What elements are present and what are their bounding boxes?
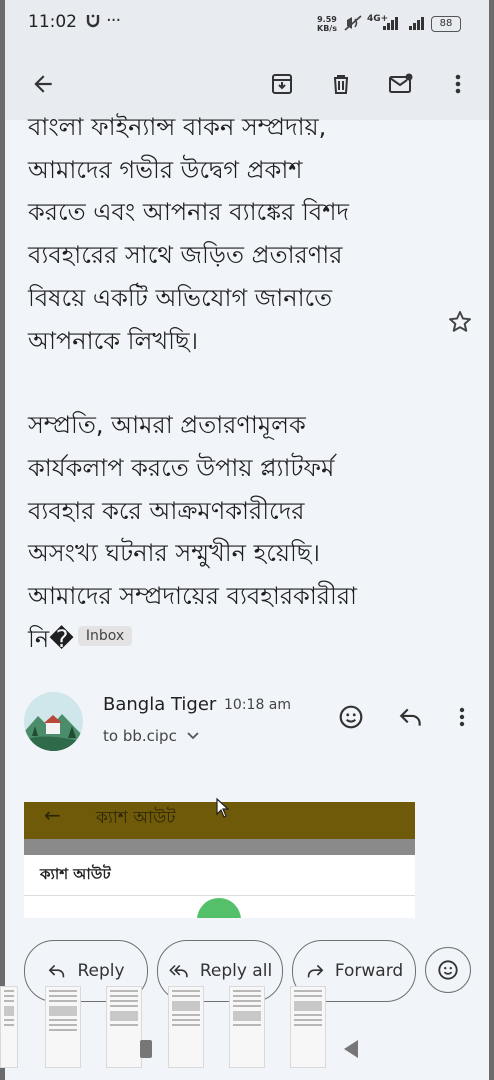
recipient-text: to bb.cipc (103, 727, 177, 745)
body-line: কার্যকলাপ করতে উপায় প্ল্যাটফর্ম (28, 453, 335, 482)
recipient-details-toggle[interactable]: to bb.cipc (103, 727, 200, 745)
body-line: আপনাকে লিখছি। (28, 326, 199, 355)
net-speed: 9.59 KB/s (317, 15, 337, 33)
recent-thumbnail[interactable] (0, 986, 18, 1068)
delete-button[interactable] (323, 66, 359, 102)
nav-home-button[interactable] (140, 1040, 152, 1058)
more-vert-icon (459, 707, 465, 727)
reply-label: Reply (77, 961, 125, 981)
more-vert-icon (455, 74, 461, 94)
mute-icon (343, 14, 363, 36)
message-body: বাংলা ফাইন্যান্স বাকন সম্প্রদায়, আমাদের… (28, 106, 428, 660)
embedded-card-text: ক্যাশ আউট (40, 865, 111, 883)
signal-strength-1-icon (383, 17, 398, 30)
reply-all-label: Reply all (199, 961, 273, 981)
mark-unread-button[interactable] (383, 66, 419, 102)
app-notification-icon (85, 13, 101, 36)
back-arrow-icon: ← (44, 803, 61, 827)
body-line: আমাদের সম্প্রদায়ের ব্যবহারকারীরা (28, 582, 358, 611)
recent-thumbnail[interactable] (106, 986, 142, 1068)
recent-thumbnail[interactable] (45, 986, 81, 1068)
status-overflow-icon: ··· (106, 10, 121, 31)
forward-icon (307, 964, 324, 978)
reply-all-icon (169, 964, 188, 978)
back-arrow-icon (34, 75, 52, 93)
more-options-button[interactable] (440, 66, 476, 102)
embedded-green-circle (197, 898, 241, 918)
add-reaction-button[interactable] (338, 704, 364, 734)
archive-button[interactable] (264, 66, 300, 102)
body-line: অসংখ্য ঘটনার সম্মুখীন হয়েছি। (28, 539, 320, 568)
nav-back-icon (344, 1040, 358, 1058)
reply-icon (49, 964, 65, 978)
delete-icon (334, 75, 348, 94)
embedded-image-card: ক্যাশ আউট (24, 855, 415, 896)
emoji-icon (339, 705, 363, 729)
mark-unread-icon (389, 73, 413, 93)
signal-strength-2-icon (409, 17, 424, 30)
chevron-down-icon (186, 732, 199, 740)
embedded-header-text: ক্যাশ আউট (96, 808, 176, 828)
reply-icon-button[interactable] (398, 706, 424, 732)
battery-icon: 88 (431, 16, 461, 32)
reply-icon (399, 708, 421, 726)
inbox-label-badge[interactable]: Inbox (77, 625, 133, 646)
body-line: আমাদের গভীর উদ্বেগ প্রকাশ (28, 155, 303, 184)
mouse-cursor-icon (216, 797, 230, 822)
recent-thumbnail[interactable] (229, 986, 265, 1068)
body-paragraph-2: সম্প্রতি, আমরা প্রতারণামূলক কার্যকলাপ কর… (28, 404, 428, 660)
body-paragraph-1: বাংলা ফাইন্যান্স বাকন সম্প্রদায়, আমাদের… (28, 106, 428, 362)
status-time: 11:02 (28, 12, 77, 32)
star-icon (449, 311, 471, 332)
body-line: করতে এবং আপনার ব্যাঙ্কের বিশদ (28, 198, 350, 227)
back-button[interactable] (25, 66, 61, 102)
body-line: ব্যবহারের সাথে জড়িত প্রতারণার (28, 241, 343, 270)
sender-name[interactable]: Bangla Tiger (103, 694, 216, 715)
nav-back-button[interactable] (340, 1038, 362, 1064)
star-button[interactable] (447, 309, 473, 339)
message-more-button[interactable] (458, 706, 466, 732)
sender-avatar[interactable] (24, 692, 83, 751)
recent-thumbnail[interactable] (290, 986, 326, 1068)
recent-thumbnail[interactable] (168, 986, 204, 1068)
body-line: নি� (28, 624, 74, 653)
body-line: ব্যবহার করে আক্রমণকারীদের (28, 496, 305, 525)
embedded-image-band (24, 839, 415, 855)
sent-time: 10:18 am (224, 697, 292, 713)
screen-edge-right (489, 0, 494, 1080)
forward-label: Forward (334, 961, 404, 981)
emoji-icon (438, 960, 458, 980)
archive-icon (272, 74, 292, 94)
body-line: বিষয়ে একটি অভিযোগ জানাতে (28, 283, 333, 312)
status-bar: 11:02 ··· 9.59 KB/s 4G+ 88 (5, 0, 489, 48)
recent-apps-strip (0, 984, 494, 1068)
body-line: সম্প্রতি, আমরা প্রতারণামূলক (28, 411, 306, 440)
body-line: বাংলা ফাইন্যান্স বাকন সম্প্রদায়, (28, 113, 327, 141)
